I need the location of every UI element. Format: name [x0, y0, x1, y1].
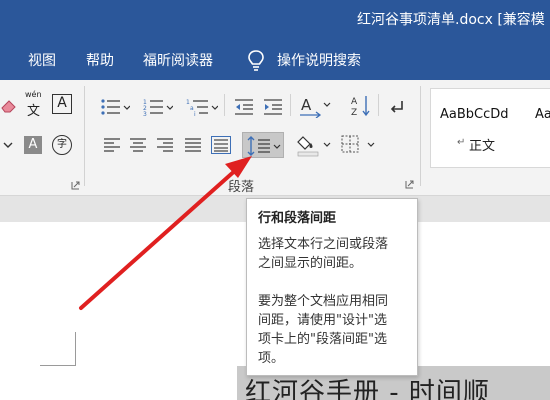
line-spacing-icon — [247, 136, 281, 156]
chevron-down-icon[interactable] — [3, 140, 13, 150]
align-left-icon[interactable] — [104, 138, 120, 152]
enclose-characters-button[interactable]: 字 — [52, 135, 72, 155]
tab-help[interactable]: 帮助 — [86, 50, 114, 70]
tooltip-line: 之间显示的间距。 — [258, 256, 363, 271]
tooltip-line: 项。 — [258, 351, 285, 366]
lightbulb-icon[interactable] — [247, 49, 265, 73]
svg-text:Z: Z — [351, 108, 357, 118]
line-paragraph-spacing-button[interactable] — [242, 132, 284, 158]
title-bar: 红河谷事项清单.docx [兼容模 — [0, 0, 550, 36]
line-spacing-tooltip: 行和段落间距 选择文本行之间或段落 之间显示的间距。 要为整个文档应用相同 间距… — [246, 198, 418, 376]
group-separator — [224, 94, 225, 116]
font-dialog-launcher-icon[interactable] — [71, 181, 80, 190]
window-title: 红河谷事项清单.docx [兼容模 — [357, 12, 545, 28]
text-direction-icon[interactable]: A — [298, 94, 332, 118]
tooltip-line: 选择文本行之间或段落 — [258, 237, 389, 252]
svg-text:3: 3 — [143, 111, 147, 116]
borders-icon[interactable] — [341, 135, 377, 155]
group-separator — [84, 86, 85, 186]
justify-icon[interactable] — [185, 138, 201, 152]
multilevel-list-icon[interactable]: 1 a i — [186, 98, 218, 116]
ribbon-home: wén 文 A A 字 1 2 3 1 a i A A Z 段落 AaBbCcD… — [0, 80, 550, 196]
tab-view[interactable]: 视图 — [28, 50, 56, 70]
styles-gallery: AaBbCcDd ↵ 正文 AaB — [430, 88, 550, 168]
paragraph-group-label: 段落 — [228, 180, 255, 195]
group-separator — [378, 94, 379, 116]
show-hide-formatting-icon[interactable] — [387, 98, 405, 116]
phonetic-guide-char: 文 — [27, 104, 41, 119]
style-normal-name: 正文 — [469, 139, 496, 154]
page-corner-mark — [40, 332, 76, 366]
character-shading-button[interactable]: A — [24, 136, 42, 154]
group-separator — [290, 94, 291, 116]
shading-icon[interactable] — [297, 133, 333, 157]
svg-text:A: A — [351, 97, 358, 107]
tooltip-line: 间距，请使用"设计"选 — [258, 313, 387, 328]
paragraph-mark-icon: ↵ — [457, 137, 466, 148]
style-next-sample: AaB — [535, 107, 550, 122]
phonetic-guide-pinyin: wén — [25, 90, 42, 99]
tooltip-line: 要为整个文档应用相同 — [258, 294, 389, 309]
tooltip-title: 行和段落间距 — [258, 211, 337, 226]
increase-indent-icon[interactable] — [262, 98, 284, 116]
style-normal-sample: AaBbCcDd — [440, 107, 509, 122]
numbering-icon[interactable]: 1 2 3 — [143, 98, 173, 116]
tooltip-line: 项卡上的"段落间距"选 — [258, 332, 387, 347]
align-right-icon[interactable] — [157, 138, 173, 152]
phonetic-guide-button[interactable]: wén 文 — [24, 90, 46, 119]
eraser-icon[interactable] — [0, 96, 18, 114]
distributed-align-icon[interactable] — [211, 136, 231, 154]
tell-me-search[interactable]: 操作说明搜索 — [277, 50, 361, 70]
paragraph-dialog-launcher-icon[interactable] — [405, 180, 414, 189]
bullets-icon[interactable] — [100, 98, 130, 116]
document-heading: 红河谷手册 - 时间顺 — [245, 378, 490, 400]
align-center-icon[interactable] — [130, 138, 146, 152]
svg-text:A: A — [301, 96, 312, 114]
svg-text:i: i — [194, 111, 196, 116]
group-separator — [420, 86, 421, 186]
style-normal[interactable]: AaBbCcDd ↵ 正文 — [431, 89, 535, 167]
tab-foxit-reader[interactable]: 福昕阅读器 — [143, 50, 213, 70]
sort-icon[interactable]: A Z — [350, 94, 372, 118]
ribbon-tab-bar: 视图 帮助 福昕阅读器 操作说明搜索 — [0, 36, 550, 80]
decrease-indent-icon[interactable] — [233, 98, 255, 116]
character-border-button[interactable]: A — [52, 94, 72, 114]
style-next[interactable]: AaB — [535, 89, 550, 167]
